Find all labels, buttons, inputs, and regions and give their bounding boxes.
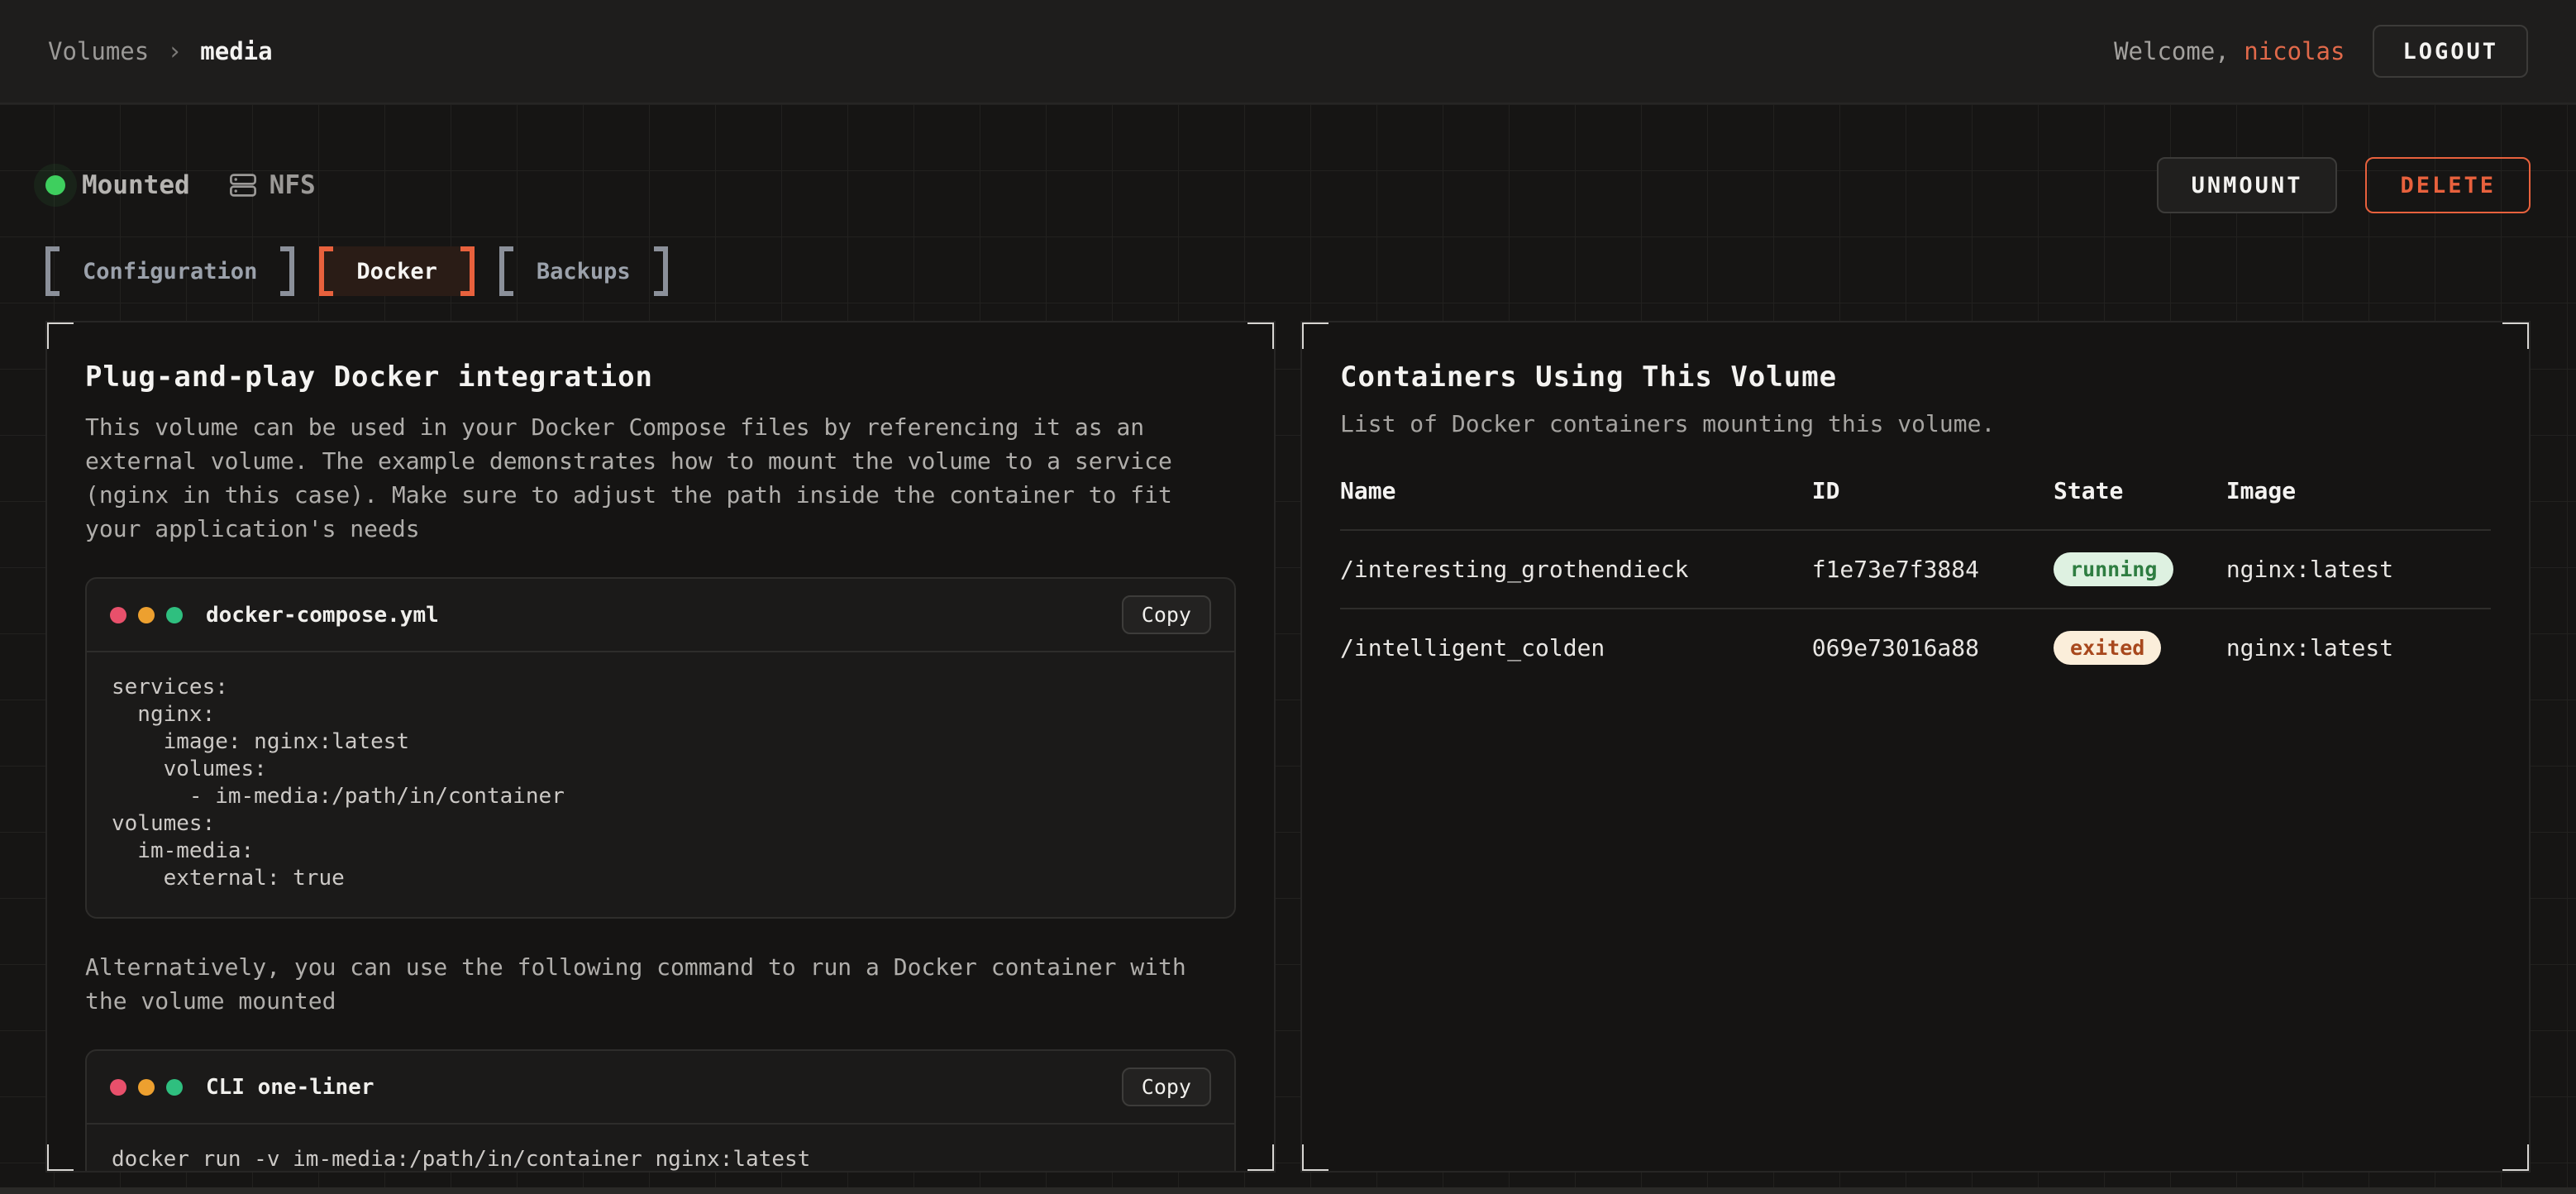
window-dot-green-icon bbox=[166, 607, 183, 623]
bottom-edge-divider bbox=[0, 1187, 2576, 1194]
containers-table: Name ID State Image /interesting_grothen… bbox=[1340, 477, 2491, 686]
welcome-text: Welcome, nicolas bbox=[2114, 37, 2345, 65]
compose-filename: docker-compose.yml bbox=[206, 603, 439, 628]
top-bar-right: Welcome, nicolas LOGOUT bbox=[2114, 25, 2528, 78]
column-header-state: State bbox=[2054, 477, 2226, 530]
unmount-button[interactable]: UNMOUNT bbox=[2157, 157, 2338, 213]
compose-code-block: docker-compose.yml Copy services: nginx:… bbox=[85, 577, 1236, 919]
logout-button[interactable]: LOGOUT bbox=[2373, 25, 2528, 78]
bracket-right-icon bbox=[280, 246, 294, 296]
column-header-id: ID bbox=[1812, 477, 2054, 530]
bracket-left-icon bbox=[499, 246, 513, 296]
corner-bracket-icon bbox=[45, 321, 74, 349]
panels-row: Plug-and-play Docker integration This vo… bbox=[45, 321, 2531, 1173]
server-icon bbox=[228, 170, 258, 200]
window-dot-amber-icon bbox=[138, 607, 155, 623]
mounted-status-label: Mounted bbox=[82, 170, 190, 200]
mounted-status-dot-icon bbox=[45, 175, 65, 195]
table-row: /interesting_grothendieck f1e73e7f3884 r… bbox=[1340, 530, 2491, 609]
volume-actions: UNMOUNT DELETE bbox=[2157, 157, 2531, 213]
status-badge: exited bbox=[2054, 631, 2161, 665]
corner-bracket-icon bbox=[45, 1144, 74, 1173]
volume-tabs: Configuration Docker Backups bbox=[0, 246, 2576, 296]
compose-copy-button[interactable]: Copy bbox=[1122, 595, 1211, 634]
welcome-prefix: Welcome, bbox=[2114, 37, 2244, 65]
column-header-image: Image bbox=[2226, 477, 2491, 530]
breadcrumb-volumes-link[interactable]: Volumes bbox=[48, 37, 149, 65]
driver-type-label: NFS bbox=[270, 170, 316, 200]
container-name: /interesting_grothendieck bbox=[1340, 530, 1812, 609]
volume-status-bar: Mounted NFS UNMOUNT DELETE bbox=[0, 104, 2576, 213]
containers-panel: Containers Using This Volume List of Doc… bbox=[1300, 321, 2531, 1173]
corner-bracket-icon bbox=[1247, 1144, 1276, 1173]
container-id: f1e73e7f3884 bbox=[1812, 530, 2054, 609]
cli-filename: CLI one-liner bbox=[206, 1075, 374, 1100]
window-dot-amber-icon bbox=[138, 1079, 155, 1096]
containers-panel-subtitle: List of Docker containers mounting this … bbox=[1340, 410, 2491, 437]
tab-docker[interactable]: Docker bbox=[319, 246, 475, 296]
container-name: /intelligent_colden bbox=[1340, 609, 1812, 686]
compose-code-block-header: docker-compose.yml Copy bbox=[87, 579, 1234, 652]
status-badge: running bbox=[2054, 552, 2173, 586]
tab-configuration[interactable]: Configuration bbox=[45, 246, 294, 296]
bracket-left-icon bbox=[45, 246, 60, 296]
corner-bracket-icon bbox=[1300, 321, 1329, 349]
corner-bracket-icon bbox=[2502, 1144, 2531, 1173]
tab-backups-label: Backups bbox=[513, 246, 654, 296]
bracket-right-icon bbox=[460, 246, 475, 296]
username: nicolas bbox=[2244, 37, 2345, 65]
containers-table-header-row: Name ID State Image bbox=[1340, 477, 2491, 530]
window-dot-green-icon bbox=[166, 1079, 183, 1096]
window-dot-red-icon bbox=[110, 1079, 126, 1096]
cli-code-block-header: CLI one-liner Copy bbox=[87, 1051, 1234, 1125]
container-id: 069e73016a88 bbox=[1812, 609, 2054, 686]
window-dot-red-icon bbox=[110, 607, 126, 623]
compose-code: services: nginx: image: nginx:latest vol… bbox=[87, 652, 1234, 917]
container-image: nginx:latest bbox=[2226, 530, 2491, 609]
corner-bracket-icon bbox=[1300, 1144, 1329, 1173]
breadcrumb: Volumes › media bbox=[48, 37, 273, 66]
tab-backups[interactable]: Backups bbox=[499, 246, 668, 296]
breadcrumb-current-volume: media bbox=[200, 37, 272, 65]
docker-integration-panel: Plug-and-play Docker integration This vo… bbox=[45, 321, 1276, 1173]
column-header-name: Name bbox=[1340, 477, 1812, 530]
docker-panel-title: Plug-and-play Docker integration bbox=[85, 361, 1236, 394]
breadcrumb-separator-icon: › bbox=[167, 37, 182, 66]
cli-copy-button[interactable]: Copy bbox=[1122, 1067, 1211, 1106]
docker-panel-description: This volume can be used in your Docker C… bbox=[85, 410, 1236, 546]
top-bar: Volumes › media Welcome, nicolas LOGOUT bbox=[0, 0, 2576, 104]
container-image: nginx:latest bbox=[2226, 609, 2491, 686]
delete-button[interactable]: DELETE bbox=[2365, 157, 2531, 213]
corner-bracket-icon bbox=[1247, 321, 1276, 349]
cli-intro-text: Alternatively, you can use the following… bbox=[85, 950, 1236, 1018]
corner-bracket-icon bbox=[2502, 321, 2531, 349]
main-area: Mounted NFS UNMOUNT DELETE Configuration… bbox=[0, 104, 2576, 1194]
tab-docker-label: Docker bbox=[333, 246, 460, 296]
tab-configuration-label: Configuration bbox=[60, 246, 280, 296]
bracket-left-icon bbox=[319, 246, 333, 296]
table-row: /intelligent_colden 069e73016a88 exited … bbox=[1340, 609, 2491, 686]
bracket-right-icon bbox=[654, 246, 668, 296]
cli-code: docker run -v im-media:/path/in/containe… bbox=[87, 1125, 1234, 1173]
cli-code-block: CLI one-liner Copy docker run -v im-medi… bbox=[85, 1049, 1236, 1173]
containers-panel-title: Containers Using This Volume bbox=[1340, 361, 2491, 394]
